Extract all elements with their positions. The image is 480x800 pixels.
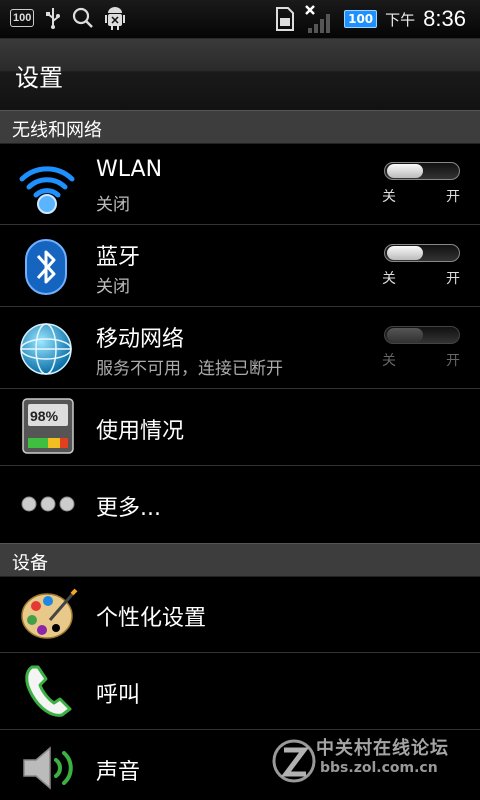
settings-item-usage[interactable]: 98% 使用情况 [0, 389, 480, 466]
phone-icon [25, 665, 72, 717]
watermark-line1: 中关村在线论坛 [316, 738, 449, 759]
toggle-track [384, 244, 460, 262]
bluetooth-icon [25, 239, 67, 295]
toggle-on-label: 开 [446, 189, 460, 205]
speaker-icon [23, 746, 73, 790]
usage-meter-text: 98% [30, 408, 59, 424]
sd-card-icon: 100 [10, 9, 35, 27]
status-bar: 100 ! 100 下午 8:36 [0, 0, 480, 39]
palette-icon [21, 588, 78, 639]
item-title: 移动网络 [96, 327, 185, 352]
mobile-network-toggle[interactable]: 关 开 [382, 326, 460, 370]
toggle-track [384, 162, 460, 180]
item-title: 呼叫 [96, 683, 141, 708]
usb-icon [46, 8, 61, 29]
android-debug-icon [105, 7, 126, 30]
more-dots-icon [21, 496, 75, 512]
item-summary: 关闭 [96, 277, 130, 297]
item-title: 更多... [96, 496, 161, 521]
item-title: 蓝牙 [96, 245, 141, 270]
toggle-off-label: 关 [382, 189, 396, 205]
am-pm-label: 下午 [385, 10, 416, 29]
svg-text:!: ! [291, 22, 294, 32]
usage-meter-icon: 98% [22, 398, 74, 454]
wlan-toggle[interactable]: 关 开 [382, 162, 460, 206]
settings-item-bluetooth[interactable]: 蓝牙 关闭 关 开 [0, 225, 480, 307]
toggle-track [384, 326, 460, 344]
battery-icon: 100 [344, 10, 378, 28]
sim-card-icon: ! [276, 7, 295, 32]
wifi-icon [19, 166, 75, 214]
toggle-off-label: 关 [382, 271, 396, 287]
section-title: 设备 [12, 553, 48, 574]
toggle-off-label: 关 [382, 353, 396, 369]
toggle-on-label: 开 [446, 271, 460, 287]
watermark-line2: bbs.zol.com.cn [320, 760, 438, 776]
zol-logo-icon [272, 739, 316, 783]
settings-item-personalize[interactable]: 个性化设置 [0, 576, 480, 653]
section-header-wireless: 无线和网络 [0, 110, 480, 144]
item-title: 声音 [96, 760, 141, 785]
toggle-knob [387, 164, 423, 178]
toggle-on-label: 开 [446, 353, 460, 369]
item-title: WLAN [96, 157, 163, 182]
item-title: 个性化设置 [96, 606, 207, 631]
item-summary: 服务不可用，连接已断开 [96, 359, 283, 379]
settings-item-mobile-network[interactable]: 移动网络 服务不可用，连接已断开 关 开 [0, 307, 480, 389]
item-title: 使用情况 [96, 419, 185, 444]
search-icon [73, 7, 94, 28]
section-header-device: 设备 [0, 543, 480, 577]
bluetooth-toggle[interactable]: 关 开 [382, 244, 460, 288]
watermark: 中关村在线论坛 bbs.zol.com.cn [272, 732, 472, 792]
page-title: 设置 [15, 64, 63, 92]
settings-item-wlan[interactable]: WLAN 关闭 关 开 [0, 143, 480, 225]
title-bar: 设置 [0, 39, 480, 111]
clock: 8:36 [423, 6, 466, 31]
item-summary: 关闭 [96, 195, 130, 215]
settings-item-call[interactable]: 呼叫 [0, 653, 480, 730]
toggle-knob [387, 328, 423, 342]
globe-icon [20, 323, 72, 375]
signal-icon [305, 5, 331, 33]
toggle-knob [387, 246, 423, 260]
section-title: 无线和网络 [12, 120, 102, 141]
settings-item-more[interactable]: 更多... [0, 466, 480, 544]
